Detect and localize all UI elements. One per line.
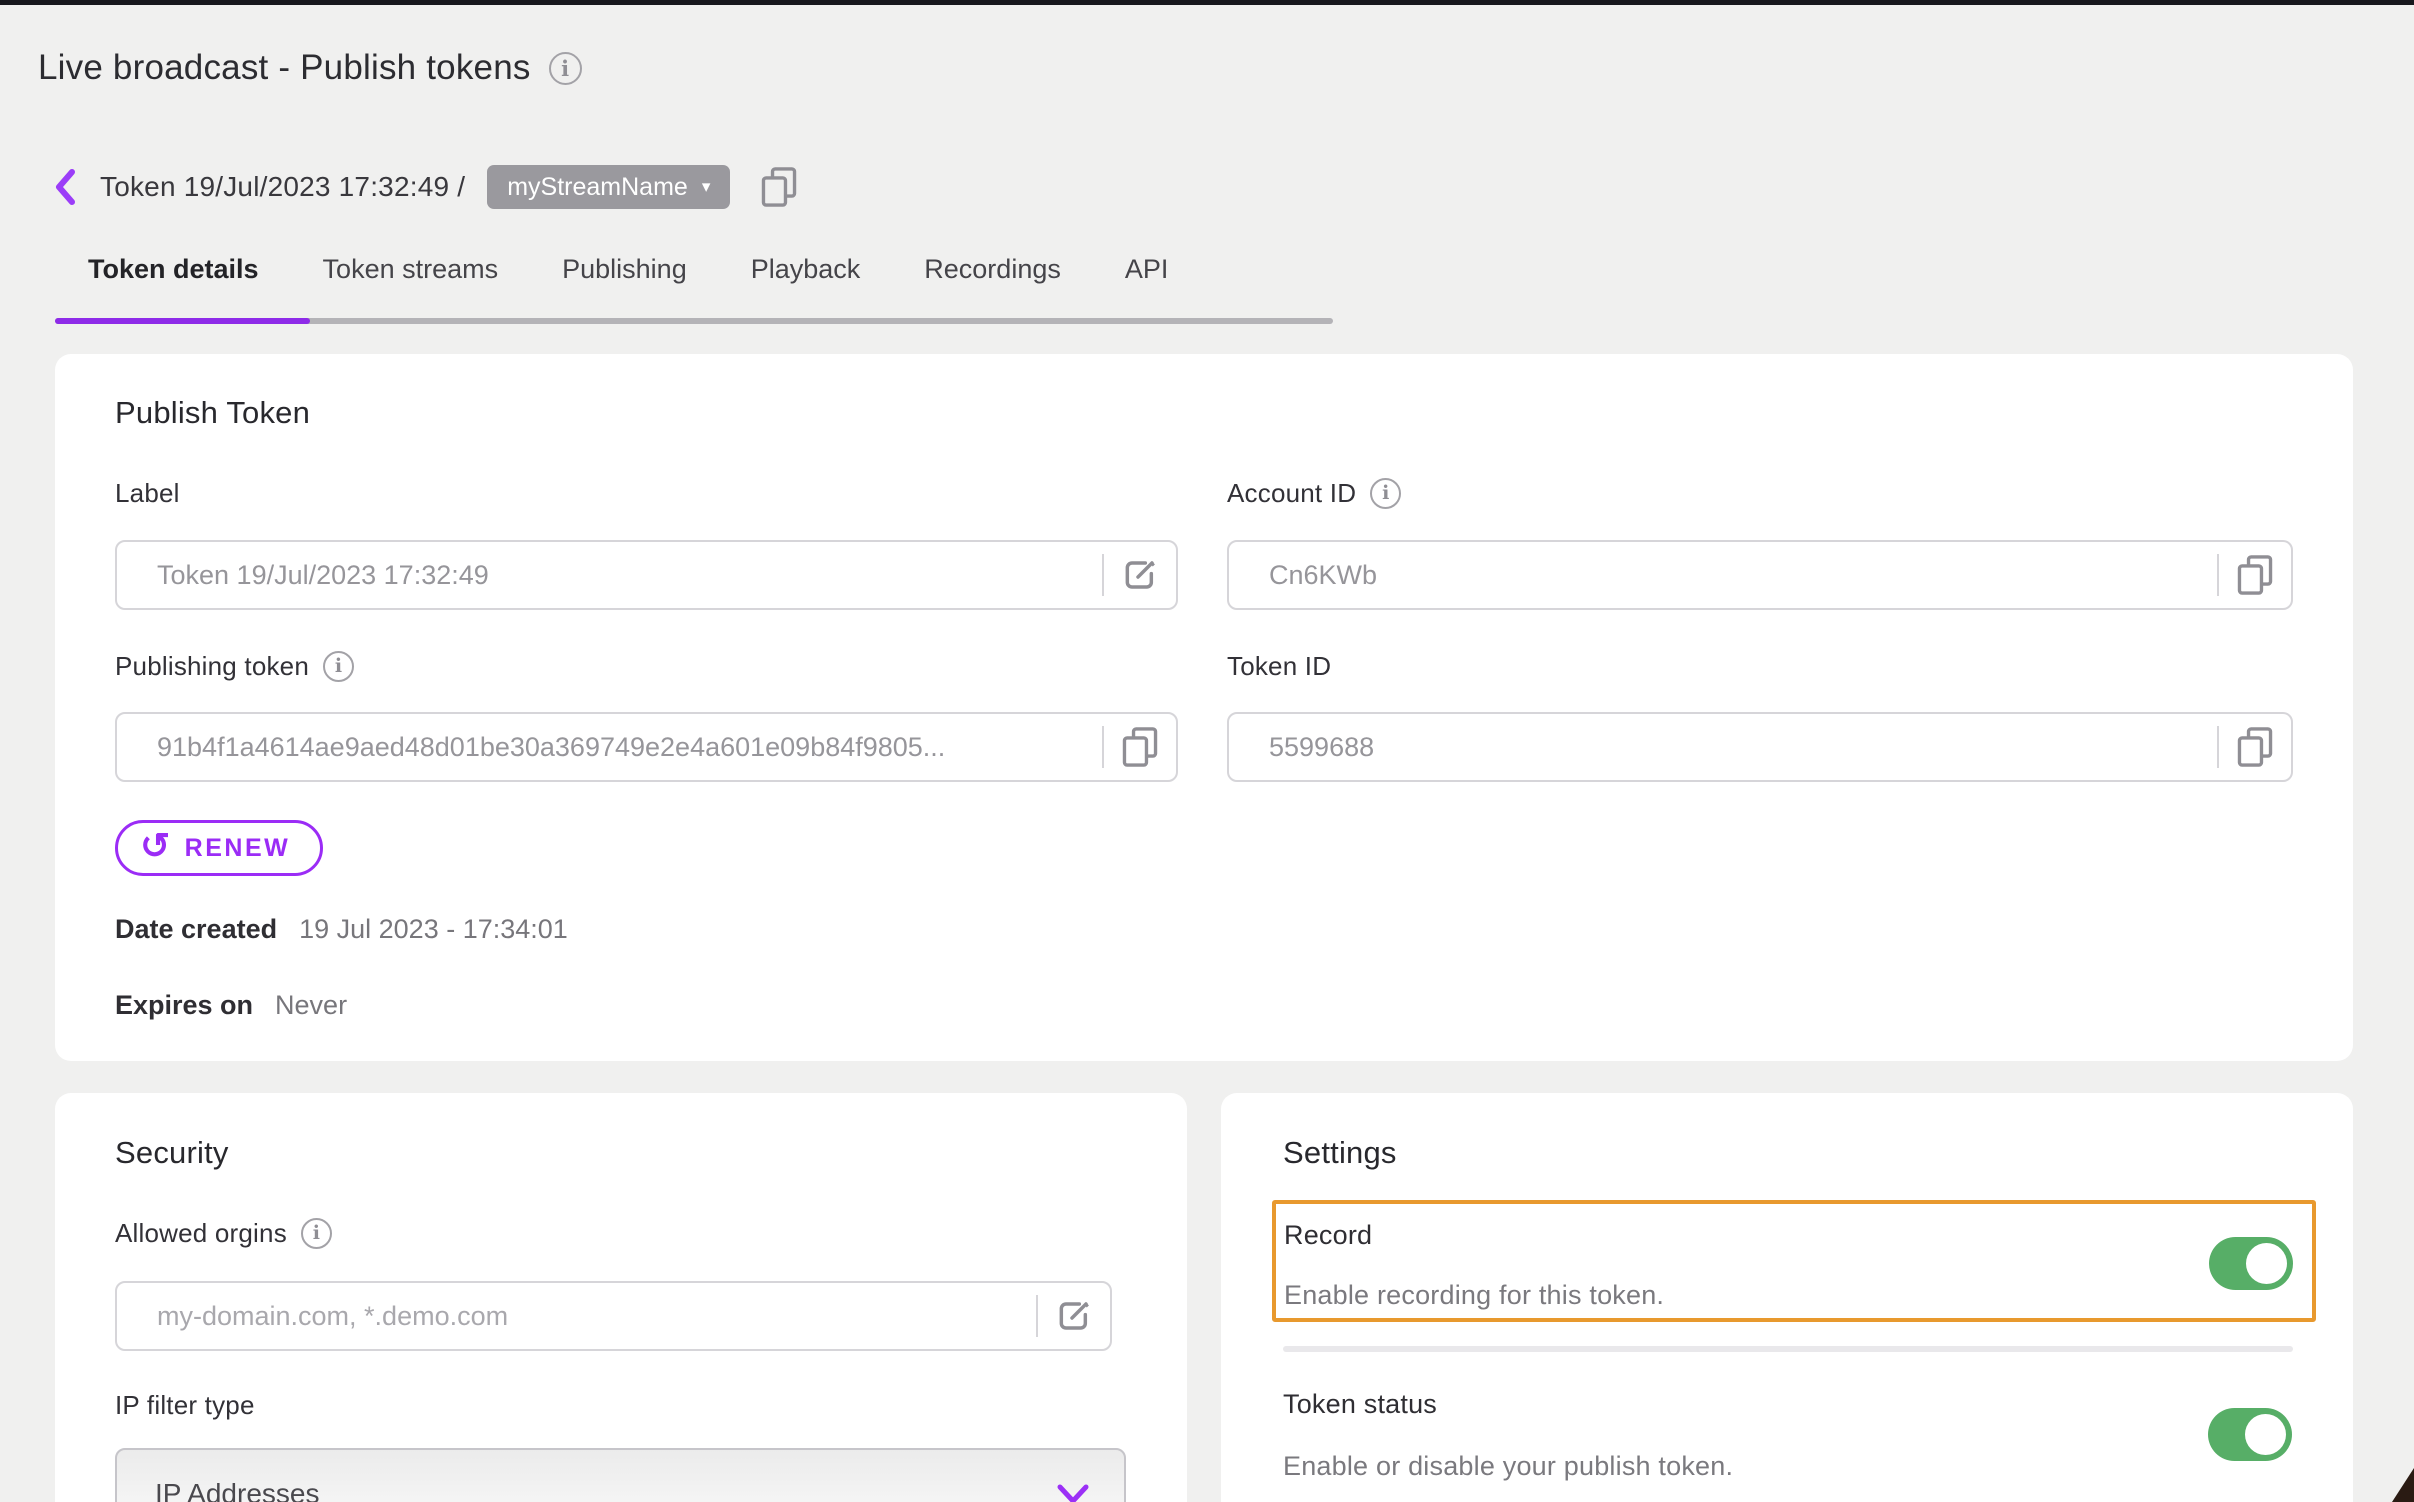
publishing-token-input[interactable] [117,732,1102,763]
edit-icon [1054,1296,1094,1336]
label-field-label: Label [115,478,180,509]
record-setting-highlight: Record Enable recording for this token. [1272,1200,2316,1322]
tab-api[interactable]: API [1125,254,1169,285]
date-created-label: Date created [115,914,277,945]
token-id-field [1227,712,2293,782]
page-title-info-icon[interactable]: i [549,52,582,85]
copy-account-id-button[interactable] [2219,542,2291,608]
date-created-value: 19 Jul 2023 - 17:34:01 [299,914,568,945]
breadcrumb: Token 19/Jul/2023 17:32:49 / myStreamNam… [52,163,800,211]
renew-button-label: RENEW [185,834,291,863]
settings-card: Settings Record Enable recording for thi… [1221,1093,2353,1502]
publishing-token-field [115,712,1178,782]
publish-token-heading: Publish Token [115,395,310,431]
token-status-description: Enable or disable your publish token. [1283,1451,1733,1482]
tab-underline-active [55,318,310,324]
edit-icon [1120,555,1160,595]
allowed-origins-input[interactable] [117,1301,1036,1332]
label-input[interactable] [117,560,1102,591]
stream-name-label: myStreamName [507,173,688,202]
caret-down-icon: ▾ [702,177,711,197]
toggle-knob [2246,1243,2287,1284]
ip-filter-type-select[interactable]: IP Addresses [115,1448,1126,1502]
record-description: Enable recording for this token. [1284,1280,1664,1311]
back-chevron-icon[interactable] [52,168,78,206]
token-id-label: Token ID [1227,651,1331,682]
edit-label-button[interactable] [1104,542,1176,608]
tab-underline-track [55,318,1333,324]
top-window-bar [0,0,2414,5]
tab-publishing[interactable]: Publishing [562,254,687,285]
copy-icon [1119,725,1161,769]
renew-icon: ↺ [140,828,173,864]
token-status-label: Token status [1283,1389,1437,1420]
chevron-down-icon [1056,1483,1090,1502]
publishing-token-info-icon[interactable]: i [323,651,354,682]
copy-icon [2234,553,2276,597]
page-title: Live broadcast - Publish tokens [38,48,531,88]
expires-on-label: Expires on [115,990,253,1021]
copy-stream-name-icon[interactable] [758,165,800,209]
stream-name-dropdown[interactable]: myStreamName ▾ [487,165,730,209]
copy-publishing-token-button[interactable] [1104,714,1176,780]
edit-allowed-origins-button[interactable] [1038,1283,1110,1349]
ip-filter-type-label: IP filter type [115,1390,255,1421]
breadcrumb-token-label[interactable]: Token 19/Jul/2023 17:32:49 / [100,171,465,203]
token-id-input[interactable] [1229,732,2217,763]
label-field [115,540,1178,610]
account-id-label: Account ID [1227,478,1356,509]
token-status-toggle[interactable] [2208,1408,2292,1461]
tab-playback[interactable]: Playback [751,254,861,285]
settings-divider [1283,1346,2293,1352]
settings-heading: Settings [1283,1135,1397,1171]
tab-recordings[interactable]: Recordings [924,254,1061,285]
copy-icon [2234,725,2276,769]
renew-button[interactable]: ↺ RENEW [115,820,323,876]
record-toggle[interactable] [2209,1237,2293,1290]
allowed-origins-label: Allowed orgins [115,1218,287,1249]
tab-token-streams[interactable]: Token streams [323,254,499,285]
tab-token-details[interactable]: Token details [88,254,259,285]
account-id-field [1227,540,2293,610]
tab-bar: Token details Token streams Publishing P… [88,254,1168,285]
expires-on-value: Never [275,990,347,1021]
toggle-knob [2245,1414,2286,1455]
account-id-input[interactable] [1229,560,2217,591]
security-heading: Security [115,1135,229,1171]
allowed-origins-info-icon[interactable]: i [301,1218,332,1249]
allowed-origins-field [115,1281,1112,1351]
account-id-info-icon[interactable]: i [1370,478,1401,509]
ip-filter-type-value: IP Addresses [155,1478,319,1502]
publish-token-card: Publish Token Label Account ID i [55,354,2353,1061]
page-header: Live broadcast - Publish tokens i [38,48,582,88]
publishing-token-label: Publishing token [115,651,309,682]
mouse-cursor [2392,1468,2414,1502]
record-label: Record [1284,1220,1372,1251]
copy-token-id-button[interactable] [2219,714,2291,780]
security-card: Security Allowed orgins i IP filter type… [55,1093,1187,1502]
